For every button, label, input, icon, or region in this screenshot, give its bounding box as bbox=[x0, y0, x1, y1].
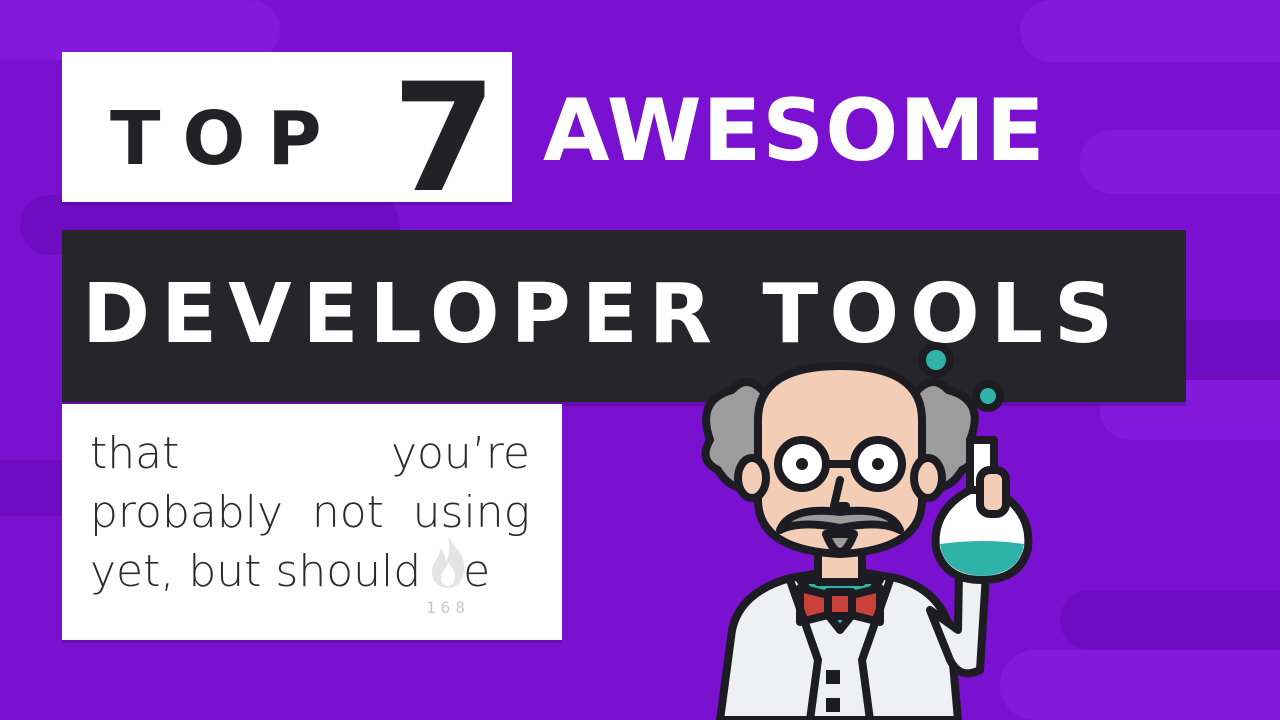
badge-count: 168 bbox=[426, 598, 470, 617]
top-seven-box: TOP 7 bbox=[62, 52, 512, 214]
subtitle-box: that you’re probably not using yet, but … bbox=[62, 404, 562, 640]
bubble-icon bbox=[972, 380, 1004, 412]
scientist-illustration bbox=[701, 342, 1033, 720]
background-stripe bbox=[1080, 130, 1280, 194]
background-stripe bbox=[0, 0, 280, 60]
background-stripe bbox=[1020, 0, 1280, 62]
title-top-word: TOP bbox=[110, 96, 344, 182]
flame-badge: 168 bbox=[412, 532, 482, 622]
background-stripe bbox=[1060, 590, 1280, 650]
bubble-icon bbox=[918, 342, 954, 378]
title-number: 7 bbox=[392, 52, 497, 226]
title-awesome: AWESOME bbox=[543, 81, 1046, 181]
flame-icon bbox=[432, 536, 465, 588]
